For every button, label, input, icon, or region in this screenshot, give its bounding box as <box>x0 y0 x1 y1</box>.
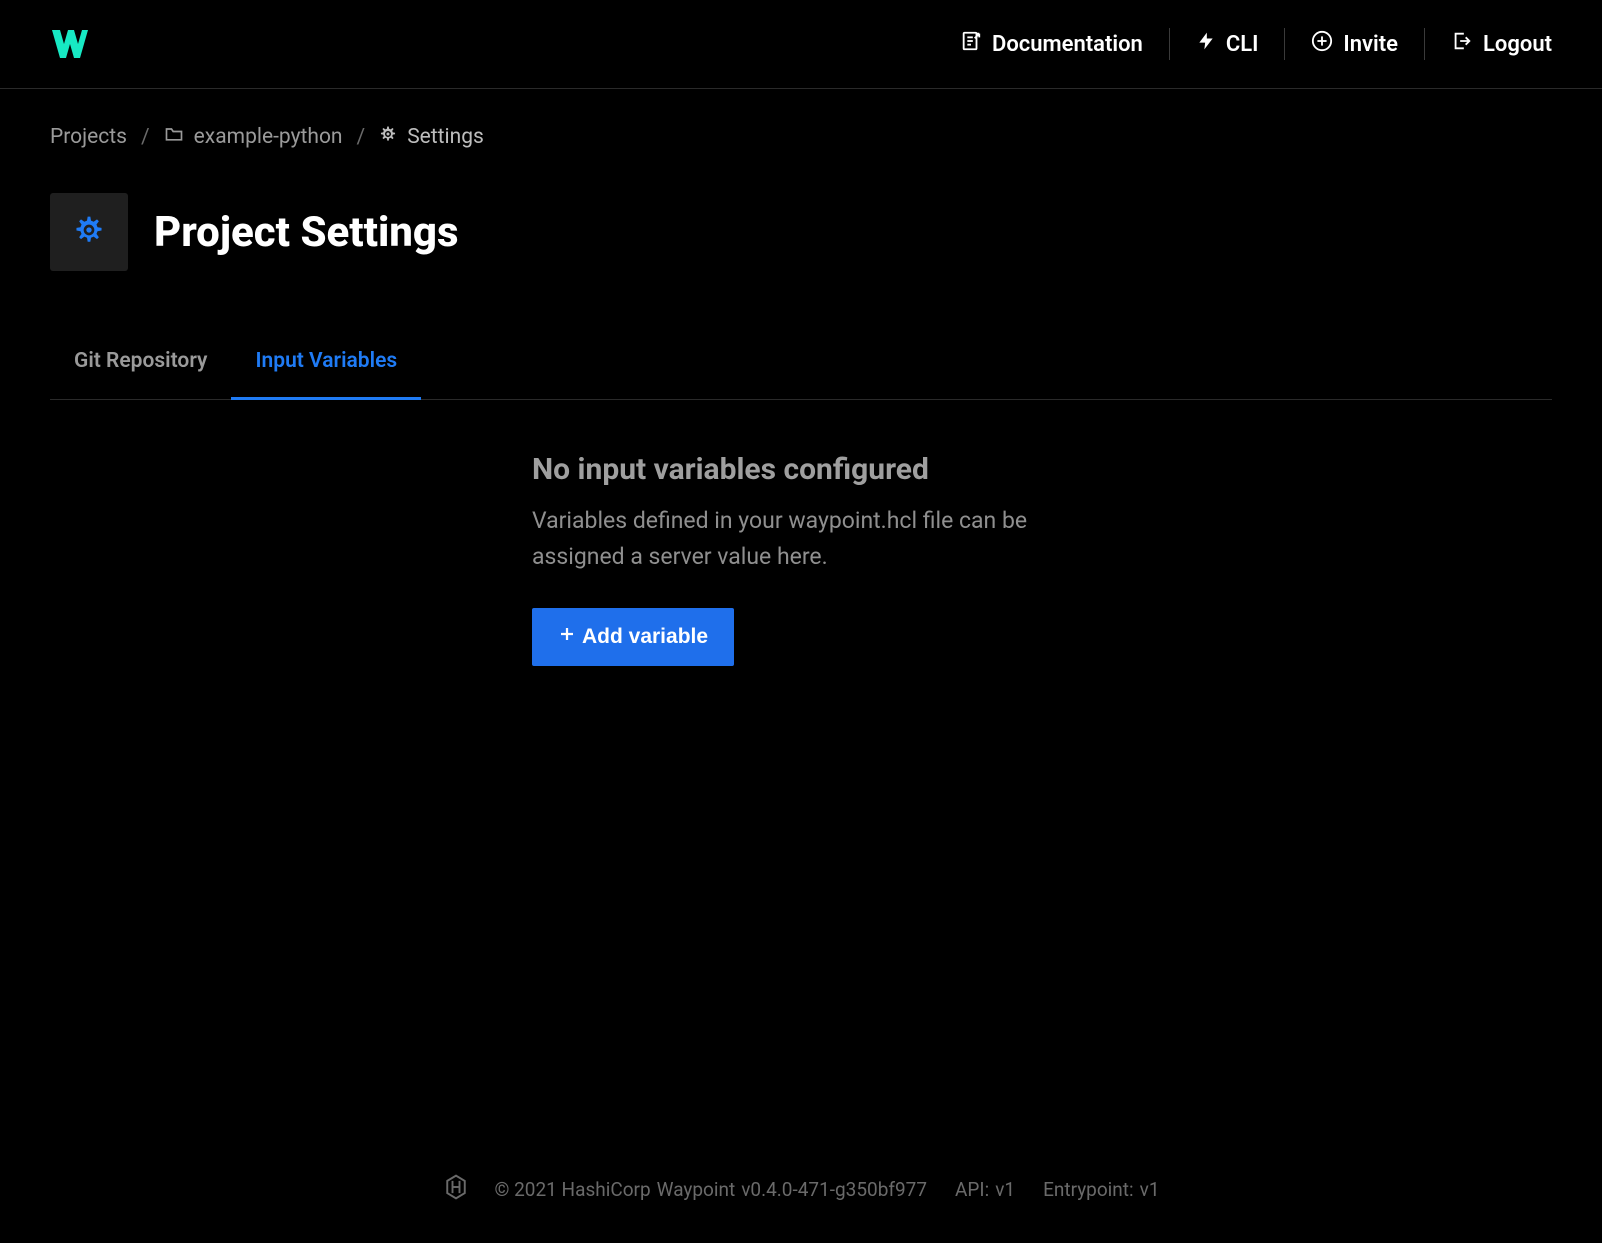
hashicorp-icon <box>442 1172 466 1207</box>
footer-api-version: v1 <box>995 1178 1015 1201</box>
breadcrumb-project[interactable]: example-python <box>164 125 343 149</box>
plus-circle-icon <box>1311 30 1333 58</box>
tab-input-variables[interactable]: Input Variables <box>231 349 421 400</box>
footer: © 2021 HashiCorp Waypoint v0.4.0-471-g350… <box>0 1172 1602 1207</box>
footer-entrypoint-version: v1 <box>1140 1178 1160 1201</box>
nav-cli-label: CLI <box>1226 32 1259 57</box>
footer-copyright: © 2021 HashiCorp Waypoint v0.4.0-471-g350… <box>494 1178 927 1201</box>
footer-api-label: API: <box>955 1178 989 1201</box>
tabs: Git Repository Input Variables <box>50 349 1552 400</box>
page-title-row: Project Settings <box>50 193 1552 271</box>
header: Documentation CLI Invite <box>0 0 1602 89</box>
footer-entrypoint: Entrypoint: v1 <box>1043 1178 1159 1201</box>
breadcrumb-projects-label: Projects <box>50 125 127 149</box>
nav-documentation[interactable]: Documentation <box>934 28 1170 60</box>
nav-right: Documentation CLI Invite <box>934 28 1552 60</box>
tab-git-repository[interactable]: Git Repository <box>50 349 231 399</box>
nav-invite[interactable]: Invite <box>1285 28 1425 60</box>
breadcrumb-separator: / <box>357 125 366 149</box>
page-title: Project Settings <box>154 208 459 257</box>
nav-cli[interactable]: CLI <box>1170 28 1286 60</box>
documentation-icon <box>960 30 982 58</box>
footer-product: Waypoint <box>657 1178 736 1201</box>
empty-state-description: Variables defined in your waypoint.hcl f… <box>532 503 1092 574</box>
breadcrumb-separator: / <box>141 125 150 149</box>
breadcrumb-projects[interactable]: Projects <box>50 125 127 149</box>
folder-icon <box>164 125 184 149</box>
nav-logout-label: Logout <box>1483 32 1552 57</box>
logout-icon <box>1451 30 1473 58</box>
nav-logout[interactable]: Logout <box>1425 28 1552 60</box>
breadcrumb-settings: Settings <box>379 125 484 149</box>
footer-entrypoint-label: Entrypoint: <box>1043 1178 1134 1201</box>
breadcrumb: Projects / example-python / Settings <box>50 125 1552 149</box>
gear-icon <box>379 125 397 149</box>
breadcrumb-settings-label: Settings <box>407 125 484 149</box>
plus-icon <box>558 625 576 649</box>
empty-state-title: No input variables configured <box>532 452 1092 487</box>
gear-icon <box>73 214 105 250</box>
footer-copyright-text: © 2021 HashiCorp <box>494 1178 650 1201</box>
add-variable-label: Add variable <box>582 625 708 649</box>
nav-documentation-label: Documentation <box>992 32 1143 57</box>
footer-version: v0.4.0-471-g350bf977 <box>741 1178 927 1201</box>
content: Projects / example-python / Settings <box>0 89 1602 666</box>
page-title-icon-box <box>50 193 128 271</box>
add-variable-button[interactable]: Add variable <box>532 608 734 666</box>
bolt-icon <box>1196 30 1216 58</box>
footer-api: API: v1 <box>955 1178 1015 1201</box>
waypoint-logo[interactable] <box>50 26 90 62</box>
empty-state: No input variables configured Variables … <box>532 452 1092 666</box>
nav-invite-label: Invite <box>1343 32 1398 57</box>
breadcrumb-project-label: example-python <box>194 125 343 149</box>
